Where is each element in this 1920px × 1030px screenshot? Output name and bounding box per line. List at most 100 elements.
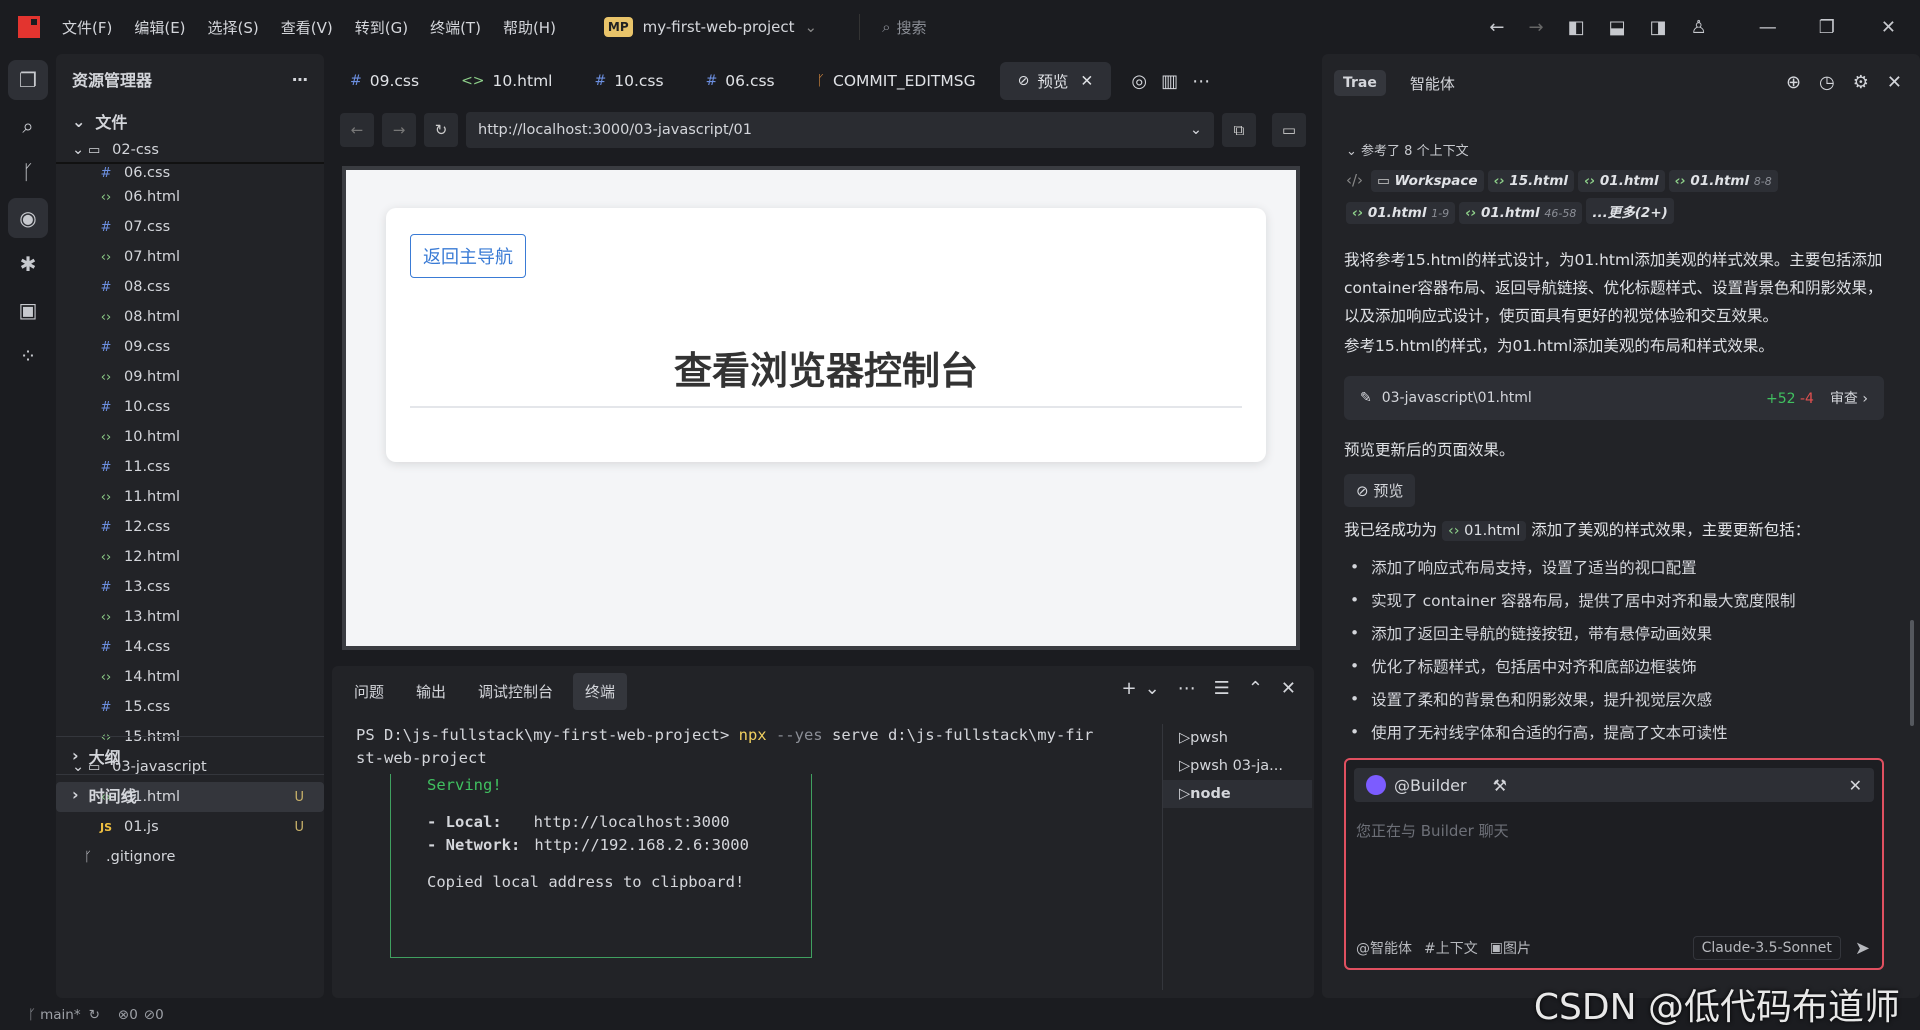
panel-tab[interactable]: 问题	[342, 673, 396, 710]
preview-button[interactable]: ⊘ 预览	[1344, 474, 1416, 507]
chat-input-placeholder[interactable]: 您正在与 Builder 聊天	[1356, 820, 1509, 841]
context-chip[interactable]: ‹› 15.html	[1487, 170, 1575, 192]
terminal-instance[interactable]: ▷ pwsh	[1163, 724, 1312, 752]
editor-tab[interactable]: ᚴ COMMIT_EDITMSG	[799, 62, 994, 100]
context-chip[interactable]: ...更多(2+)	[1586, 198, 1674, 224]
panel-tab[interactable]: 终端	[573, 672, 628, 710]
context-chip[interactable]: ‹› 01.html	[1578, 170, 1665, 192]
chevron-down-icon[interactable]: ⌄	[1190, 122, 1202, 138]
menu-item[interactable]: 文件(F)	[62, 19, 112, 37]
close-icon[interactable]: ✕	[1887, 72, 1902, 93]
source-control-icon[interactable]: ᚴ	[8, 152, 48, 192]
context-button[interactable]: #上下文	[1424, 938, 1478, 958]
sync-icon[interactable]: ↻	[89, 1007, 100, 1023]
file-row[interactable]: ‹› 09.html	[56, 362, 324, 392]
search-view-icon[interactable]: ⌕	[8, 106, 48, 146]
file-row[interactable]: #07.css	[56, 212, 324, 242]
file-row[interactable]: ‹› 10.html	[56, 422, 324, 452]
review-button[interactable]: 审查	[1830, 391, 1858, 407]
restore-icon[interactable]: ❐	[1819, 17, 1835, 38]
file-row[interactable]: ‹› 14.html	[56, 662, 324, 692]
file-row[interactable]: ‹› 07.html	[56, 242, 324, 272]
menu-item[interactable]: 选择(S)	[208, 19, 259, 37]
debug-icon[interactable]: ✱	[8, 244, 48, 284]
tab-preview[interactable]: ⊘ 预览 ✕	[999, 62, 1112, 100]
reload-icon[interactable]: ↻	[424, 113, 458, 147]
branch-name[interactable]: main*	[40, 1007, 80, 1023]
agent-button[interactable]: @智能体	[1356, 938, 1412, 958]
tool-icon[interactable]: ⚒	[1493, 776, 1507, 795]
more-icon[interactable]: ⋯	[1178, 678, 1196, 699]
editor-tab[interactable]: #09.css	[332, 62, 437, 100]
terminal-output[interactable]: PS D:\js-fullstack\my-first-web-project>…	[356, 724, 1156, 770]
browser-forward-icon[interactable]: →	[382, 113, 416, 147]
file-row[interactable]: ‹› 08.html	[56, 302, 324, 332]
file-row[interactable]: ‹› 11.html	[56, 482, 324, 512]
open-external-icon[interactable]: ▭	[1272, 113, 1306, 147]
context-chip[interactable]: ▭ Workspace	[1371, 170, 1484, 192]
extensions-icon[interactable]: ⁘	[8, 336, 48, 376]
minimize-icon[interactable]: —	[1759, 17, 1777, 38]
close-panel-icon[interactable]: ✕	[1281, 678, 1296, 699]
compass-icon[interactable]: ◎	[1131, 71, 1147, 92]
maximize-panel-icon[interactable]: ⌃	[1248, 678, 1263, 699]
panel-tab[interactable]: 输出	[404, 673, 458, 710]
browser-back-icon[interactable]: ←	[340, 113, 374, 147]
file-row[interactable]: #15.css	[56, 692, 324, 722]
file-row[interactable]: #06.css	[56, 162, 324, 182]
file-row[interactable]: #13.css	[56, 572, 324, 602]
file-row[interactable]: ‹› 12.html	[56, 542, 324, 572]
more-icon[interactable]: ⋯	[292, 70, 308, 89]
close-icon[interactable]: ✕	[1080, 72, 1093, 90]
tab-agent[interactable]: 智能体	[1410, 73, 1455, 94]
context-chip[interactable]: ‹› 01.html 46-58	[1459, 202, 1583, 224]
context-toggle[interactable]: ⌄ 参考了 8 个上下文	[1346, 140, 1469, 159]
panel-tab[interactable]: 调试控制台	[466, 673, 565, 710]
close-window-icon[interactable]: ✕	[1881, 17, 1896, 38]
files-section-header[interactable]: ⌄ 文件	[56, 104, 324, 138]
image-button[interactable]: 图片	[1503, 938, 1531, 958]
timeline-section[interactable]: › 时间线	[56, 774, 324, 814]
warning-count[interactable]: 0	[155, 1007, 164, 1023]
editor-tab[interactable]: <> 10.html	[443, 62, 570, 100]
terminal-instance[interactable]: ▷ pwsh 03-ja...	[1163, 752, 1312, 780]
copy-url-icon[interactable]: ⧉	[1222, 113, 1256, 147]
forward-arrow-icon[interactable]: →	[1528, 17, 1543, 38]
split-editor-icon[interactable]: ▥	[1161, 71, 1178, 92]
editor-tab[interactable]: #06.css	[688, 62, 793, 100]
explorer-icon[interactable]: ❐	[8, 60, 48, 100]
editor-tab[interactable]: #10.css	[577, 62, 682, 100]
menu-item[interactable]: 编辑(E)	[134, 19, 185, 37]
menu-item[interactable]: 终端(T)	[430, 19, 481, 37]
menu-item[interactable]: 转到(G)	[355, 19, 408, 37]
file-row[interactable]: #09.css	[56, 332, 324, 362]
back-to-nav-link[interactable]: 返回主导航	[410, 234, 526, 278]
toggle-chat-icon[interactable]: ◨	[1650, 17, 1667, 38]
gear-icon[interactable]: ⚙	[1853, 72, 1869, 93]
outline-section[interactable]: › 大纲	[56, 736, 324, 774]
chat-input-box[interactable]: @Builder ⚒ ✕ 您正在与 Builder 聊天 @智能体 #上下文 ▣…	[1344, 758, 1884, 970]
file-change-card[interactable]: ✎ 03-javascript\01.html +52 -4 审查 ›	[1344, 376, 1884, 420]
tab-trae[interactable]: Trae	[1334, 70, 1386, 96]
remote-icon[interactable]: ▣	[8, 290, 48, 330]
new-chat-icon[interactable]: ⊕	[1786, 72, 1801, 93]
more-icon[interactable]: ⋯	[1192, 71, 1210, 92]
file-row[interactable]: JS 01.js U	[56, 812, 324, 842]
back-arrow-icon[interactable]: ←	[1489, 17, 1504, 38]
file-row[interactable]: #14.css	[56, 632, 324, 662]
url-input[interactable]: http://localhost:3000/03-javascript/01 ⌄	[466, 112, 1214, 148]
error-count[interactable]: 0	[129, 1007, 138, 1023]
file-row[interactable]: #10.css	[56, 392, 324, 422]
account-icon[interactable]: ♙	[1691, 17, 1707, 38]
model-selector[interactable]: Claude-3.5-Sonnet	[1692, 936, 1841, 960]
file-row[interactable]: #11.css	[56, 452, 324, 482]
project-switcher[interactable]: MP my-first-web-project ⌄	[592, 10, 829, 44]
preview-view-icon[interactable]: ◉	[8, 198, 48, 238]
file-chip[interactable]: ‹› 01.html	[1441, 521, 1527, 541]
add-terminal-icon[interactable]: +	[1121, 678, 1136, 699]
close-icon[interactable]: ✕	[1849, 776, 1862, 795]
file-row[interactable]: ‹› 06.html	[56, 182, 324, 212]
chat-scrollbar[interactable]	[1910, 620, 1914, 726]
file-row[interactable]: ‹› 13.html	[56, 602, 324, 632]
send-icon[interactable]: ➤	[1855, 938, 1870, 959]
